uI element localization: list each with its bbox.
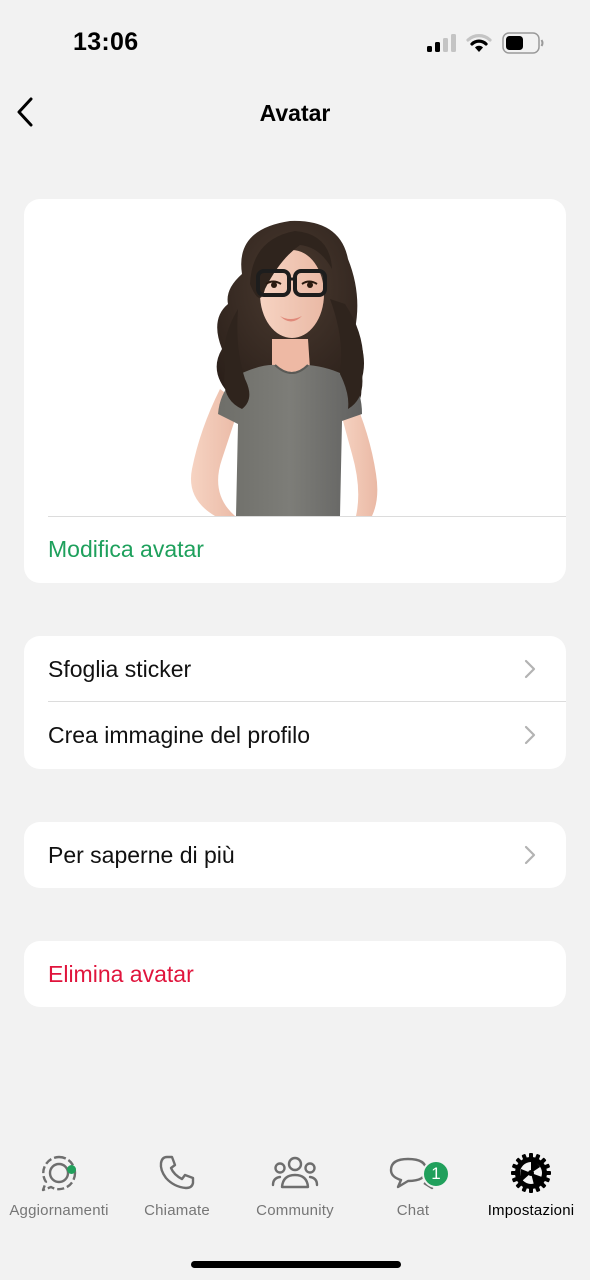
status-time: 13:06 (73, 28, 139, 56)
tab-label: Community (256, 1202, 334, 1219)
home-indicator[interactable] (191, 1261, 401, 1268)
create-profile-image-row[interactable]: Crea immagine del profilo (24, 702, 566, 768)
row-label: Per saperne di più (48, 841, 235, 868)
signal-icon (426, 33, 456, 58)
page-title: Avatar (259, 100, 331, 126)
tab-chat[interactable]: 1 Chat (354, 1148, 472, 1238)
unread-badge: 1 (422, 1160, 450, 1188)
learn-more-row[interactable]: Per saperne di più (24, 822, 566, 888)
community-icon (270, 1148, 320, 1198)
wifi-icon (466, 33, 492, 58)
tab-label: Aggiornamenti (9, 1202, 109, 1219)
row-label: Elimina avatar (48, 960, 194, 987)
status-icons (426, 32, 544, 59)
divider (48, 516, 566, 517)
new-updates-dot (67, 1165, 76, 1174)
delete-avatar-group: Elimina avatar (24, 941, 566, 1007)
chevron-right-icon (512, 845, 548, 865)
browse-stickers-row[interactable]: Sfoglia sticker (24, 636, 566, 702)
tab-label: Impostazioni (487, 1202, 575, 1219)
tab-label: Chiamate (144, 1202, 210, 1219)
tab-community[interactable]: Community (236, 1148, 354, 1238)
phone-icon (158, 1148, 196, 1198)
tab-updates[interactable]: Aggiornamenti (0, 1148, 118, 1238)
delete-avatar-button[interactable]: Elimina avatar (24, 941, 566, 1007)
edit-avatar-button[interactable]: Modifica avatar (48, 536, 204, 563)
row-label: Sfoglia sticker (48, 655, 192, 682)
stickers-group: Sfoglia sticker Crea immagine del profil… (24, 636, 566, 769)
tab-calls[interactable]: Chiamate (118, 1148, 236, 1238)
tab-label: Chat (396, 1202, 430, 1219)
chevron-right-icon (512, 659, 548, 679)
navigation-bar: Avatar (0, 88, 590, 140)
learn-more-group: Per saperne di più (24, 822, 566, 888)
avatar-card: Modifica avatar (24, 199, 566, 583)
avatar-image (24, 199, 566, 516)
settings-icon (510, 1148, 552, 1198)
tab-bar: Aggiornamenti Chiamate Community 1 Chat … (0, 1148, 590, 1238)
battery-icon (502, 32, 544, 59)
status-bar: 13:06 (0, 0, 590, 88)
chevron-right-icon (512, 725, 548, 745)
tab-settings[interactable]: Impostazioni (472, 1148, 590, 1238)
row-label: Crea immagine del profilo (48, 721, 311, 748)
